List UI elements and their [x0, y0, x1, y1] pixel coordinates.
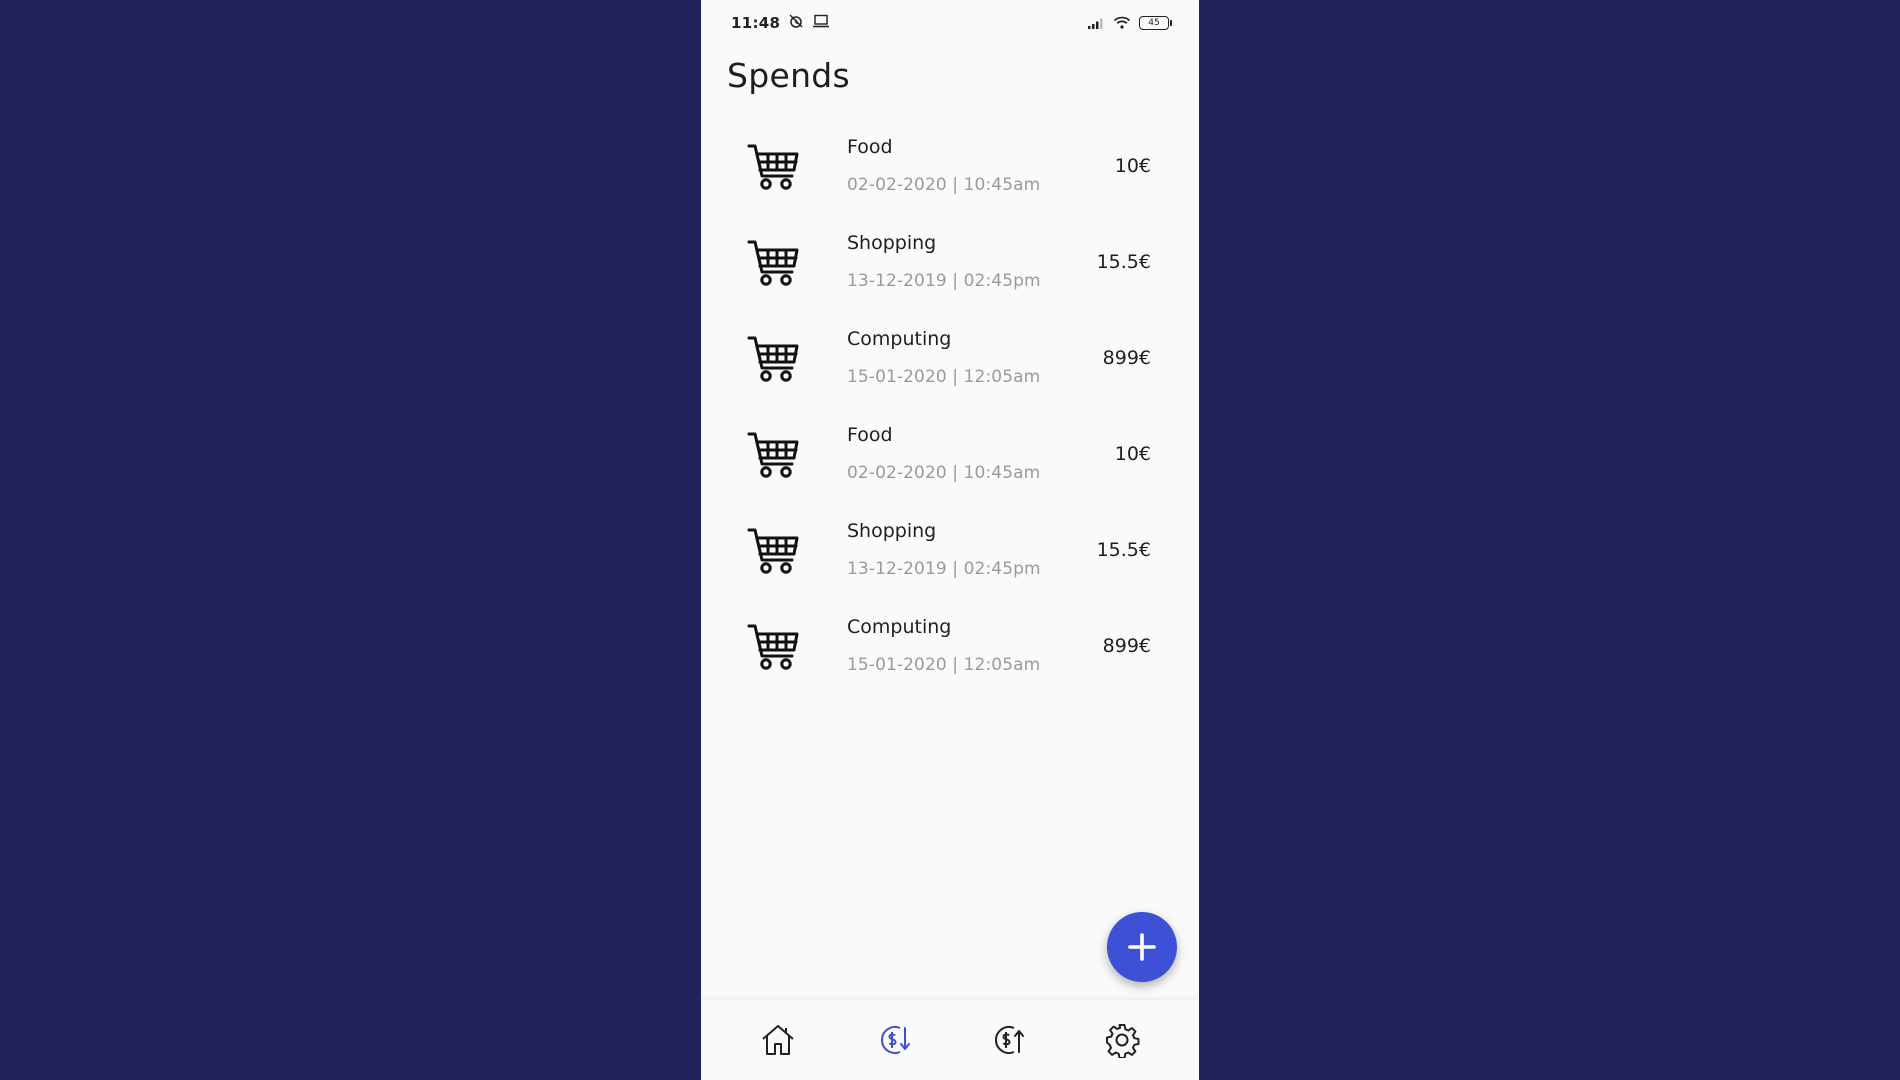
wifi-icon	[1113, 14, 1131, 33]
spend-date: 13-12-2019 | 02:45pm	[847, 559, 1041, 579]
shopping-cart-icon	[747, 528, 799, 574]
spend-category: Food	[847, 424, 893, 446]
shopping-cart-icon	[747, 336, 799, 382]
alarm-off-icon	[788, 13, 804, 33]
spend-list-item[interactable]: Computing 15-01-2020 | 12:05am 899€	[701, 600, 1199, 696]
spend-date: 15-01-2020 | 12:05am	[847, 655, 1041, 675]
signal-icon	[1087, 14, 1105, 33]
shopping-cart-icon	[747, 624, 799, 670]
spend-category: Shopping	[847, 232, 937, 254]
plus-icon	[1128, 933, 1156, 961]
spend-amount: 10€	[1114, 443, 1151, 465]
spend-amount: 15.5€	[1096, 251, 1151, 273]
shopping-cart-icon	[747, 432, 799, 478]
page-title: Spends	[727, 56, 851, 95]
spend-list-item[interactable]: Food 02-02-2020 | 10:45am 10€	[701, 120, 1199, 216]
settings-icon	[1105, 1024, 1140, 1058]
spend-list: Food 02-02-2020 | 10:45am 10€ Shopping 1…	[701, 120, 1199, 696]
status-time: 11:48	[731, 14, 781, 32]
spend-list-item[interactable]: Food 02-02-2020 | 10:45am 10€	[701, 408, 1199, 504]
spend-amount: 899€	[1102, 347, 1151, 369]
shopping-cart-icon	[747, 144, 799, 190]
status-bar: 11:48 45	[701, 0, 1199, 46]
spend-date: 15-01-2020 | 12:05am	[847, 367, 1041, 387]
shopping-cart-icon	[747, 240, 799, 286]
add-spend-button[interactable]	[1107, 912, 1177, 982]
battery-icon: 45	[1139, 16, 1172, 30]
spend-category: Shopping	[847, 520, 937, 542]
nav-settings[interactable]	[1097, 1015, 1147, 1065]
spend-category: Computing	[847, 616, 952, 638]
spend-list-item[interactable]: Computing 15-01-2020 | 12:05am 899€	[701, 312, 1199, 408]
home-icon	[762, 1025, 794, 1055]
status-right: 45	[1087, 14, 1172, 33]
spend-category: Food	[847, 136, 893, 158]
nav-home[interactable]	[753, 1015, 803, 1065]
phone-screen: 11:48 45 Spends Food 02-02-2020 | 10:45a…	[701, 0, 1199, 1080]
spend-list-item[interactable]: Shopping 13-12-2019 | 02:45pm 15.5€	[701, 216, 1199, 312]
spend-date: 02-02-2020 | 10:45am	[847, 463, 1041, 483]
spend-amount: 10€	[1114, 155, 1151, 177]
incomes-icon	[995, 1026, 1025, 1054]
laptop-icon	[812, 14, 830, 32]
spends-icon	[880, 1026, 910, 1054]
status-left: 11:48	[731, 13, 830, 33]
spend-amount: 15.5€	[1096, 539, 1151, 561]
spend-date: 13-12-2019 | 02:45pm	[847, 271, 1041, 291]
nav-incomes[interactable]	[982, 1015, 1032, 1065]
spend-list-item[interactable]: Shopping 13-12-2019 | 02:45pm 15.5€	[701, 504, 1199, 600]
spend-amount: 899€	[1102, 635, 1151, 657]
bottom-navigation	[701, 1000, 1199, 1080]
spend-category: Computing	[847, 328, 952, 350]
spend-date: 02-02-2020 | 10:45am	[847, 175, 1041, 195]
nav-spends[interactable]	[868, 1015, 918, 1065]
